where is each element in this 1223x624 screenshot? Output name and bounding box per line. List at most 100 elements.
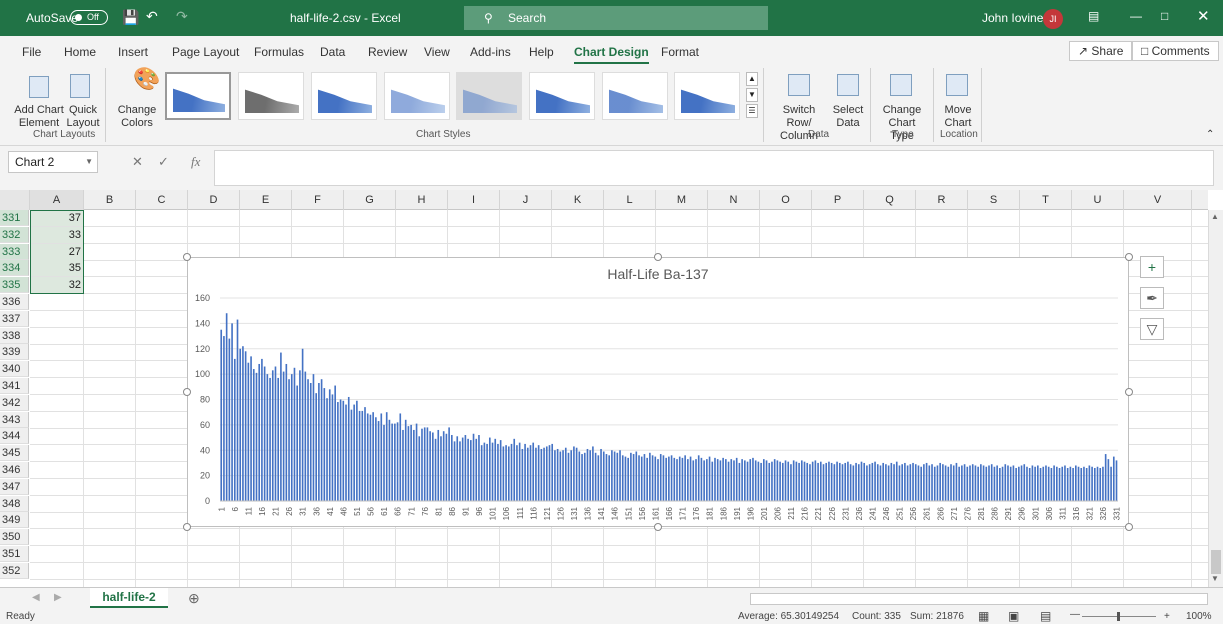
bar[interactable] [410,424,412,501]
tab-add-ins[interactable]: Add-ins [470,45,511,59]
column-header-f[interactable]: F [292,190,344,210]
styles-more-icon[interactable]: ☰ [746,104,758,118]
bar[interactable] [971,464,974,501]
bar[interactable] [651,455,654,501]
column-header-t[interactable]: T [1020,190,1072,210]
bar[interactable] [1039,468,1042,501]
bar[interactable] [239,348,242,501]
bar[interactable] [1112,456,1115,501]
bar[interactable] [567,452,570,501]
search-box[interactable]: ⚲ Search [464,6,768,30]
cell-a[interactable] [30,479,84,495]
bar[interactable] [510,443,513,501]
bar[interactable] [331,394,334,501]
bar[interactable] [996,465,998,501]
bar[interactable] [684,455,686,501]
bar[interactable] [261,358,263,501]
bar[interactable] [744,460,746,501]
bar[interactable] [247,362,250,501]
add-sheet-icon[interactable]: ⊕ [188,590,200,607]
resize-handle[interactable] [1125,523,1133,531]
bar[interactable] [988,465,990,501]
bar[interactable] [754,460,757,501]
save-icon[interactable]: 💾 [122,9,139,26]
bar[interactable] [852,465,855,501]
chart-style-7[interactable] [602,72,668,120]
function-icon[interactable]: fx [191,154,200,170]
bar[interactable] [1018,466,1020,501]
tab-chart-design[interactable]: Chart Design [574,45,649,64]
bar[interactable] [657,459,659,501]
bar[interactable] [326,398,328,501]
bar[interactable] [296,385,298,501]
bar[interactable] [242,346,244,501]
bar[interactable] [763,459,765,501]
bar[interactable] [548,445,551,501]
column-header-n[interactable]: N [708,190,760,210]
bar[interactable] [483,442,486,501]
bar[interactable] [461,437,464,501]
bar[interactable] [627,457,629,501]
bar[interactable] [394,423,396,501]
bar[interactable] [798,462,800,501]
bar[interactable] [920,466,922,501]
bar[interactable] [817,462,819,501]
bar[interactable] [1015,468,1017,501]
next-sheet-icon[interactable]: ▶ [54,592,62,603]
bar[interactable] [868,464,871,501]
page-layout-view-icon[interactable]: ▣ [1008,609,1019,623]
cell-a[interactable] [30,428,84,444]
bar[interactable] [1083,466,1085,501]
bar[interactable] [768,462,771,501]
bar[interactable] [1088,465,1091,501]
redo-icon[interactable]: ↷ [176,8,188,25]
bar[interactable] [573,446,575,501]
bar[interactable] [334,385,336,501]
bar[interactable] [228,338,231,501]
bar[interactable] [399,413,402,501]
bar[interactable] [771,461,773,501]
bar[interactable] [706,459,708,501]
bar[interactable] [404,419,407,501]
bar[interactable] [942,464,944,501]
bar[interactable] [649,452,651,501]
chart-style-5[interactable] [456,72,522,120]
bar[interactable] [876,464,879,501]
row-header[interactable]: 349 [0,512,29,529]
resize-handle[interactable] [183,253,191,261]
bar[interactable] [727,461,730,501]
column-header-k[interactable]: K [552,190,604,210]
avatar[interactable]: JI [1043,9,1063,29]
bar[interactable] [600,448,602,501]
bar[interactable] [844,462,847,501]
chart[interactable]: Half-Life Ba-137 0 20 40 60 80 100 120 140 160 1 6… [187,257,1129,527]
bar[interactable] [532,442,535,501]
bar[interactable] [819,461,822,501]
bar[interactable] [773,459,776,501]
bar[interactable] [630,452,632,501]
chart-filter-icon[interactable]: ▽ [1140,318,1164,340]
bar[interactable] [765,460,768,501]
bar[interactable] [980,464,982,501]
bar[interactable] [578,451,581,501]
bar[interactable] [258,363,261,501]
bar[interactable] [893,464,895,501]
cell-a[interactable] [30,378,84,394]
zoom-in-icon[interactable]: + [1164,611,1170,622]
bar[interactable] [407,426,410,501]
bar[interactable] [353,404,355,501]
bar[interactable] [1058,468,1061,501]
tab-format[interactable]: Format [661,45,699,59]
bar[interactable] [825,462,828,501]
bar[interactable] [480,445,483,501]
bar[interactable] [632,454,635,501]
bar[interactable] [318,383,320,501]
bar[interactable] [288,379,290,501]
share-button[interactable]: ↗ Share [1069,41,1133,61]
cell-a[interactable] [30,412,84,428]
bar[interactable] [1026,466,1028,501]
bar[interactable] [516,445,518,501]
bar[interactable] [795,461,798,501]
bar[interactable] [375,417,377,501]
tab-review[interactable]: Review [368,45,407,59]
